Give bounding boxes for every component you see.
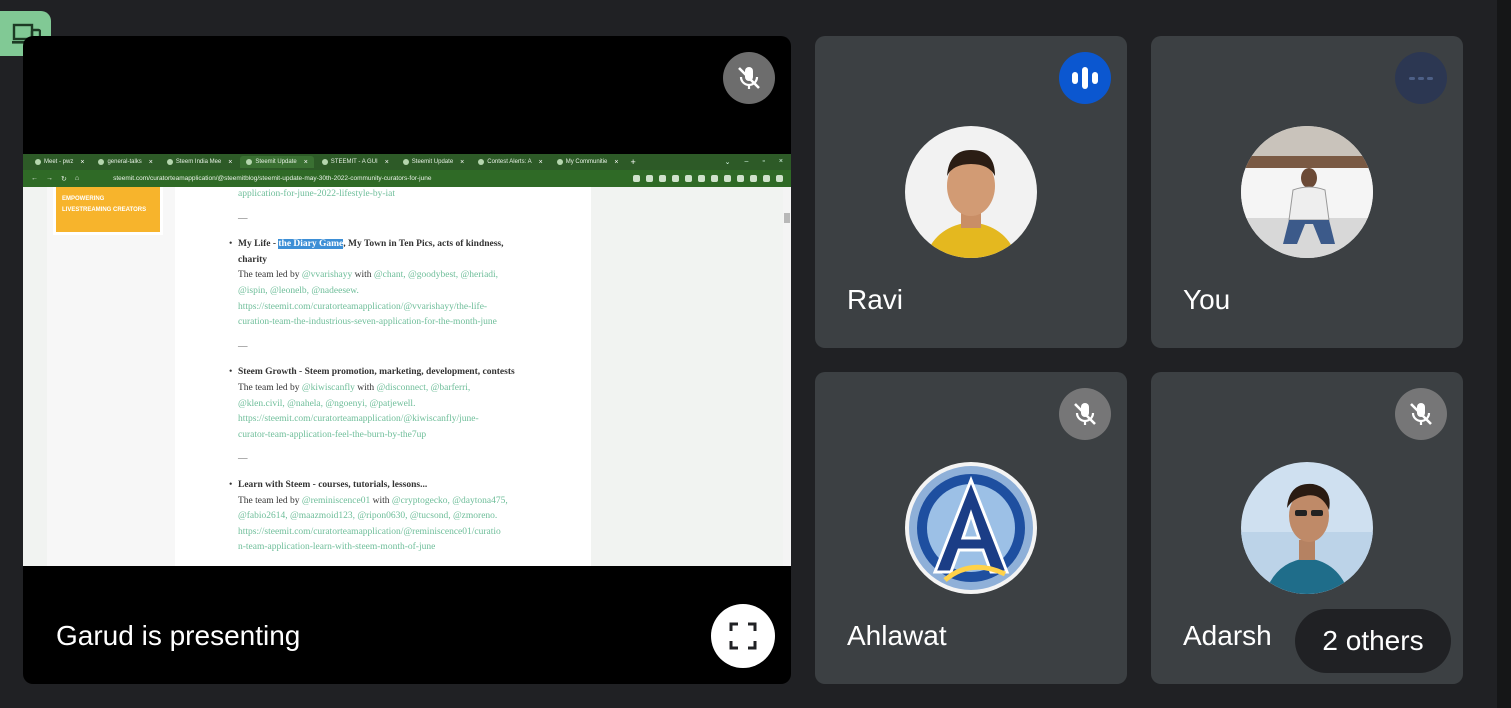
share-icon [633,175,640,182]
audio-bar-icon [1072,72,1078,84]
extension-icon [711,175,718,182]
page-scrollbar [783,187,791,566]
curation-team-item: Steem Growth - Steem promotion, marketin… [229,365,591,443]
participant-name: Adarsh [1183,620,1272,651]
tab-search-icon: ⌄ [724,159,731,166]
mic-muted-indicator [1395,388,1447,440]
audio-dot-icon [1418,76,1424,80]
tab-favicon-icon [98,159,105,165]
star-icon [646,175,653,182]
web-page: EMPOWERING LIVESTREAMING CREATORS applic… [23,187,791,566]
tab-close-icon: × [538,158,543,166]
tab-close-icon: × [303,158,308,166]
participant-name: Ahlawat [847,620,947,651]
participant-name: Ravi [847,284,904,315]
puzzle-icon [737,175,744,182]
presentation-tile[interactable]: Meet - pwz × general-talks × Steem India M… [23,36,791,684]
browser-tab: general-talks × [92,156,158,168]
others-button[interactable]: 2 others [1295,609,1451,673]
presenting-label: Garud is presenting [56,620,301,651]
separator: — [238,454,248,465]
audio-dot-icon [1409,76,1415,80]
window-controls: ⌄ – ▫ × [725,158,791,166]
separator: — [238,213,248,224]
separator: — [238,341,248,352]
window-edge [1497,0,1511,708]
scrollbar-thumb [784,213,790,223]
extension-icon [724,175,731,182]
participant-tile-ahlawat[interactable]: Ahlawat [815,372,1127,684]
reload-icon: ↻ [61,175,67,183]
article-body: application-for-june-2022-lifestyle-by-i… [175,187,591,566]
livestream-banner: EMPOWERING LIVESTREAMING CREATORS [53,187,163,235]
tab-favicon-icon [402,159,409,165]
tab-close-icon: × [148,158,153,166]
home-icon: ⌂ [74,175,80,182]
new-tab-icon: + [630,157,636,167]
mic-off-icon [1074,403,1096,425]
curation-team-item: My Life - the Diary Game, My Town in Ten… [229,237,591,331]
browser-tab: Steemit Update × [397,156,470,168]
avatar [905,462,1037,594]
tab-close-icon: × [384,158,389,166]
browser-addressbar: ← → ↻ ⌂ steemit.com/curatorteamapplicati… [23,170,791,187]
mic-off-icon [1410,403,1432,425]
profile-icon [763,175,770,182]
menu-icon [776,175,783,182]
curation-team-item: Learn with Steem - courses, tutorials, l… [229,478,591,556]
article-link: application-for-june-2022-lifestyle-by-i… [238,189,396,199]
tab-close-icon: × [228,158,233,166]
restore-icon: ▫ [762,158,765,165]
extension-icons [633,175,791,182]
audio-bar-icon [1092,72,1098,84]
browser-tab: Steem India Mee × [161,156,238,168]
tab-close-icon: × [614,158,619,166]
tab-favicon-icon [35,159,41,165]
browser-tab: Contest Alerts: A × [472,156,548,168]
back-icon: ← [31,175,38,182]
highlighted-text: the Diary Game [278,239,344,250]
tab-favicon-icon [166,159,173,165]
audio-dot-icon [1427,76,1433,80]
extension-icon [672,175,679,182]
shared-screen: Meet - pwz × general-talks × Steem India M… [23,154,791,566]
extension-icon [659,175,666,182]
tab-favicon-icon [246,159,253,165]
sidepanel-icon [750,175,757,182]
forward-icon: → [46,175,53,182]
mic-muted-indicator [1059,388,1111,440]
tab-favicon-icon [556,159,563,165]
tab-close-icon: × [80,158,85,166]
tab-favicon-icon [321,159,328,165]
avatar [1241,126,1373,258]
browser-tab: Meet - pwz × [29,156,90,168]
window-close-icon: × [778,158,783,165]
fullscreen-icon [729,622,757,650]
tab-favicon-icon [478,159,485,165]
minimize-icon: – [744,158,749,165]
browser-tab-active: Steemit Update × [240,156,314,168]
avatar [1241,462,1373,594]
extension-icon [698,175,705,182]
browser-tab: My Communitie × [551,156,625,168]
tab-close-icon: × [460,158,465,166]
avatar [905,126,1037,258]
audio-bar-icon [1082,67,1088,89]
address-url: steemit.com/curatorteamapplication/@stee… [113,175,432,182]
page-left-column [47,187,175,566]
extension-icon [685,175,692,182]
participant-tile-ravi[interactable]: Ravi [815,36,1127,348]
participant-tile-you[interactable]: You [1151,36,1463,348]
participant-name: You [1183,284,1231,315]
audio-idle-indicator [1395,52,1447,104]
mic-off-icon [738,67,760,89]
speaking-indicator [1059,52,1111,104]
fullscreen-button[interactable] [711,604,775,668]
browser-tab: STEEMIT - A GUI × [316,156,395,168]
browser-tabstrip: Meet - pwz × general-talks × Steem India M… [23,154,791,170]
presenter-mic-muted-indicator [723,52,775,104]
